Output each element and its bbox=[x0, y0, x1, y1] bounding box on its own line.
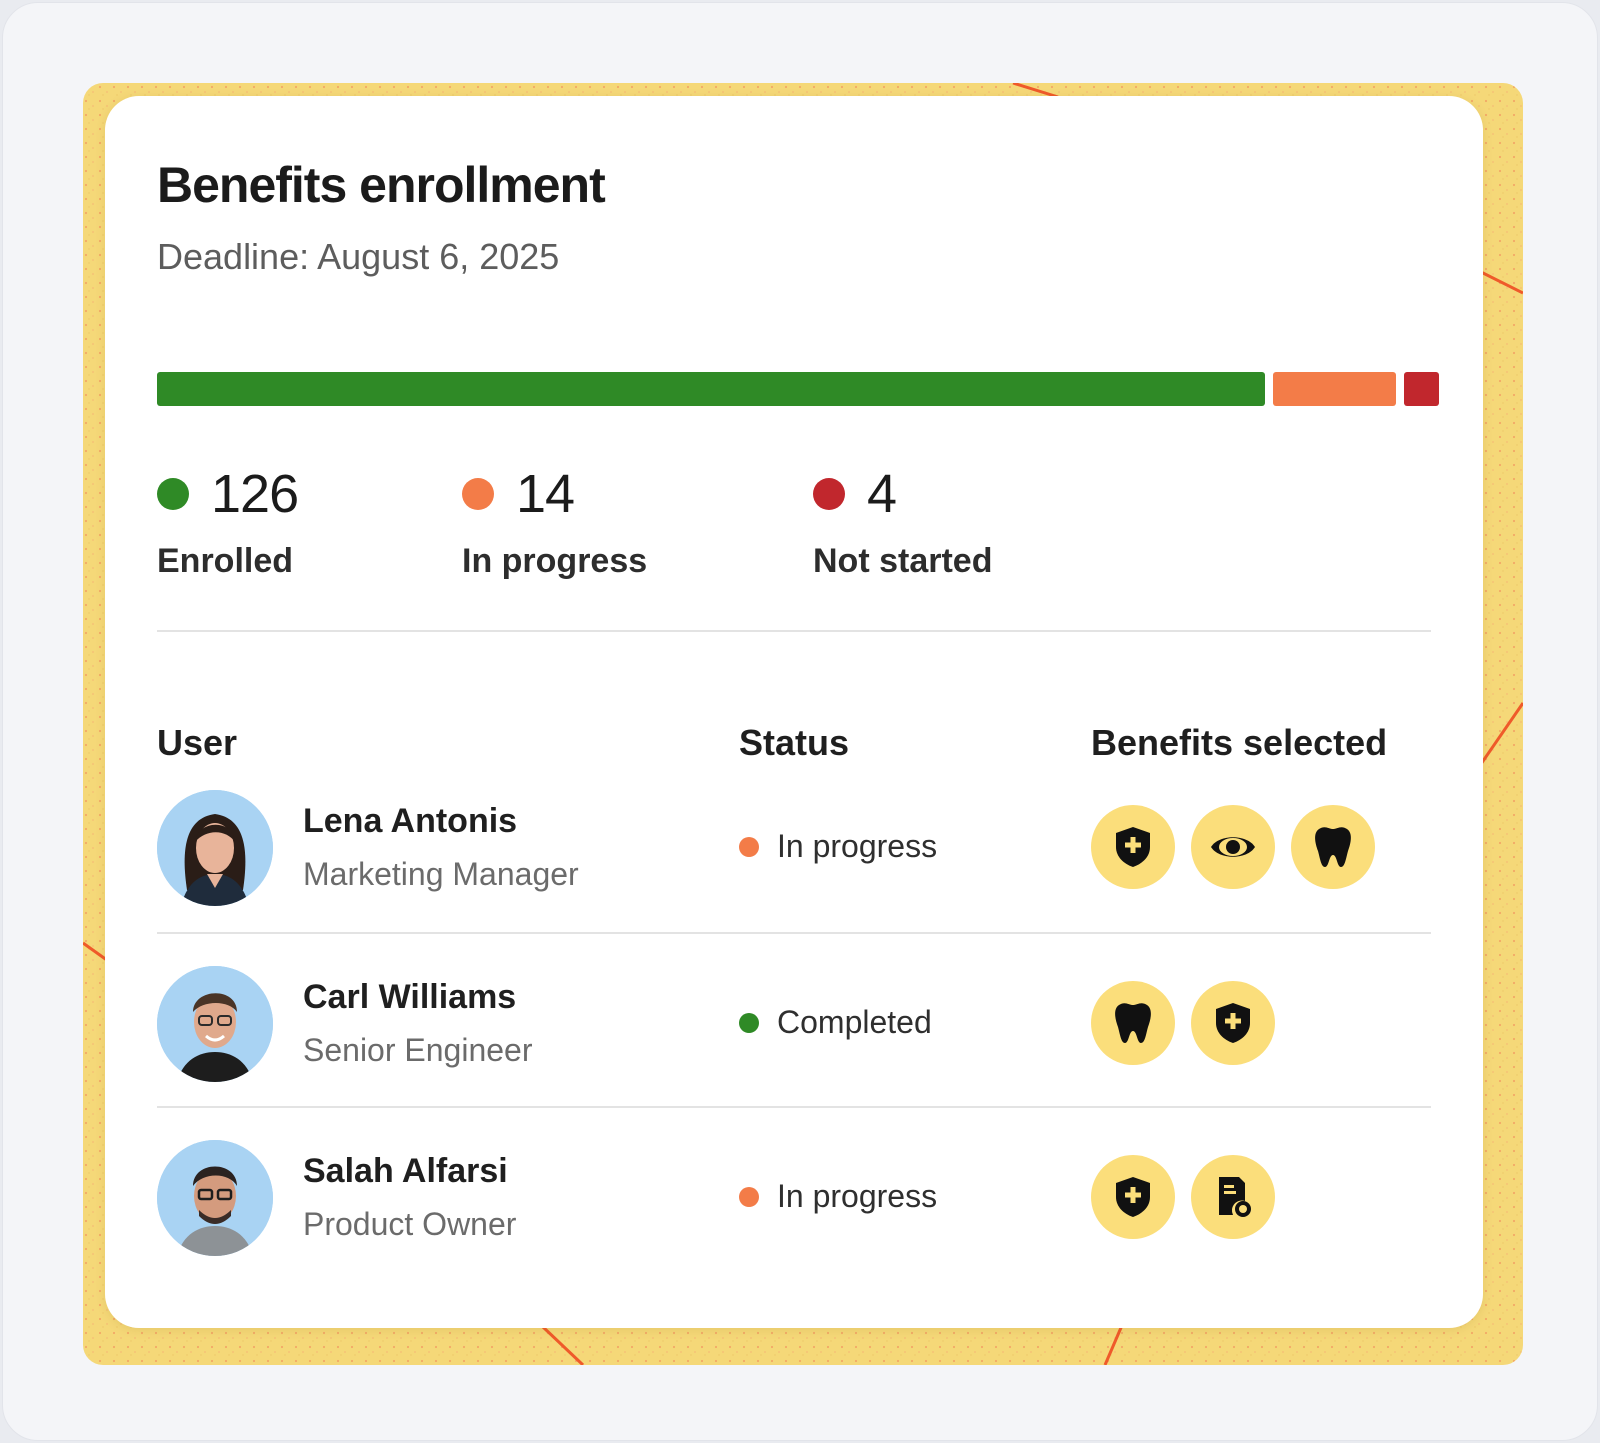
table-row[interactable]: Salah Alfarsi Product Owner In progress bbox=[157, 1140, 1431, 1260]
benefit-badge bbox=[1191, 1155, 1275, 1239]
user-role: Product Owner bbox=[303, 1206, 517, 1242]
benefit-badge bbox=[1091, 1155, 1175, 1239]
user-role: Senior Engineer bbox=[303, 1032, 533, 1068]
tooth-icon bbox=[1113, 1001, 1153, 1045]
in-progress-count: 14 bbox=[516, 464, 575, 524]
user-name: Carl Williams bbox=[303, 978, 517, 1016]
benefit-badge bbox=[1091, 981, 1175, 1065]
status-badge: In progress bbox=[739, 1178, 937, 1215]
progress-segment-in-progress bbox=[1272, 372, 1396, 406]
in-progress-dot bbox=[462, 478, 494, 510]
shield-plus-icon bbox=[1113, 1175, 1153, 1219]
status-dot bbox=[739, 836, 759, 857]
not-started-label: Not started bbox=[813, 542, 993, 580]
enrolled-label: Enrolled bbox=[157, 542, 294, 580]
benefit-badge bbox=[1291, 805, 1375, 889]
shield-plus-icon bbox=[1113, 825, 1153, 869]
not-started-count: 4 bbox=[867, 464, 897, 524]
enrolled-dot bbox=[157, 478, 189, 510]
document-badge-icon bbox=[1213, 1175, 1253, 1219]
avatar bbox=[157, 790, 273, 906]
card-title: Benefits enrollment bbox=[157, 157, 606, 213]
enrolled-count: 126 bbox=[211, 464, 299, 524]
user-role: Marketing Manager bbox=[303, 856, 579, 892]
enrollment-progress-bar bbox=[157, 372, 1439, 406]
progress-segment-not-started bbox=[1403, 372, 1439, 406]
status-text: In progress bbox=[777, 828, 938, 864]
column-header-user: User bbox=[157, 722, 238, 763]
benefit-badge bbox=[1091, 805, 1175, 889]
benefit-badge bbox=[1191, 805, 1275, 889]
in-progress-label: In progress bbox=[462, 542, 648, 580]
tooth-icon bbox=[1313, 825, 1353, 869]
user-name: Lena Antonis bbox=[303, 802, 518, 840]
benefits-list bbox=[1091, 981, 1275, 1065]
benefit-badge bbox=[1191, 981, 1275, 1065]
column-header-benefits: Benefits selected bbox=[1091, 722, 1388, 763]
status-text: In progress bbox=[777, 1178, 938, 1214]
row-divider bbox=[157, 1106, 1431, 1108]
status-badge: In progress bbox=[739, 828, 937, 865]
row-divider bbox=[157, 932, 1431, 934]
status-text: Completed bbox=[777, 1004, 932, 1040]
benefits-list bbox=[1091, 805, 1375, 889]
user-name: Salah Alfarsi bbox=[303, 1152, 508, 1190]
benefits-list bbox=[1091, 1155, 1275, 1239]
eye-icon bbox=[1209, 831, 1257, 863]
section-divider bbox=[157, 630, 1431, 632]
status-dot bbox=[739, 1186, 759, 1207]
not-started-dot bbox=[813, 478, 845, 510]
table-row[interactable]: Lena Antonis Marketing Manager In progre… bbox=[157, 790, 1431, 910]
avatar bbox=[157, 1140, 273, 1256]
stat-in-progress: 14 In progress bbox=[462, 464, 647, 581]
table-row[interactable]: Carl Williams Senior Engineer Completed bbox=[157, 966, 1431, 1086]
benefits-card: Benefits enrollment Deadline: August 6, … bbox=[105, 96, 1483, 1328]
avatar bbox=[157, 966, 273, 1082]
stat-not-started: 4 Not started bbox=[813, 464, 992, 581]
progress-segment-enrolled bbox=[157, 372, 1265, 406]
stat-enrolled: 126 Enrolled bbox=[157, 464, 299, 581]
shield-plus-icon bbox=[1213, 1001, 1253, 1045]
status-dot bbox=[739, 1012, 759, 1033]
column-header-status: Status bbox=[739, 722, 850, 763]
deadline-text: Deadline: August 6, 2025 bbox=[157, 236, 560, 277]
status-badge: Completed bbox=[739, 1004, 932, 1041]
